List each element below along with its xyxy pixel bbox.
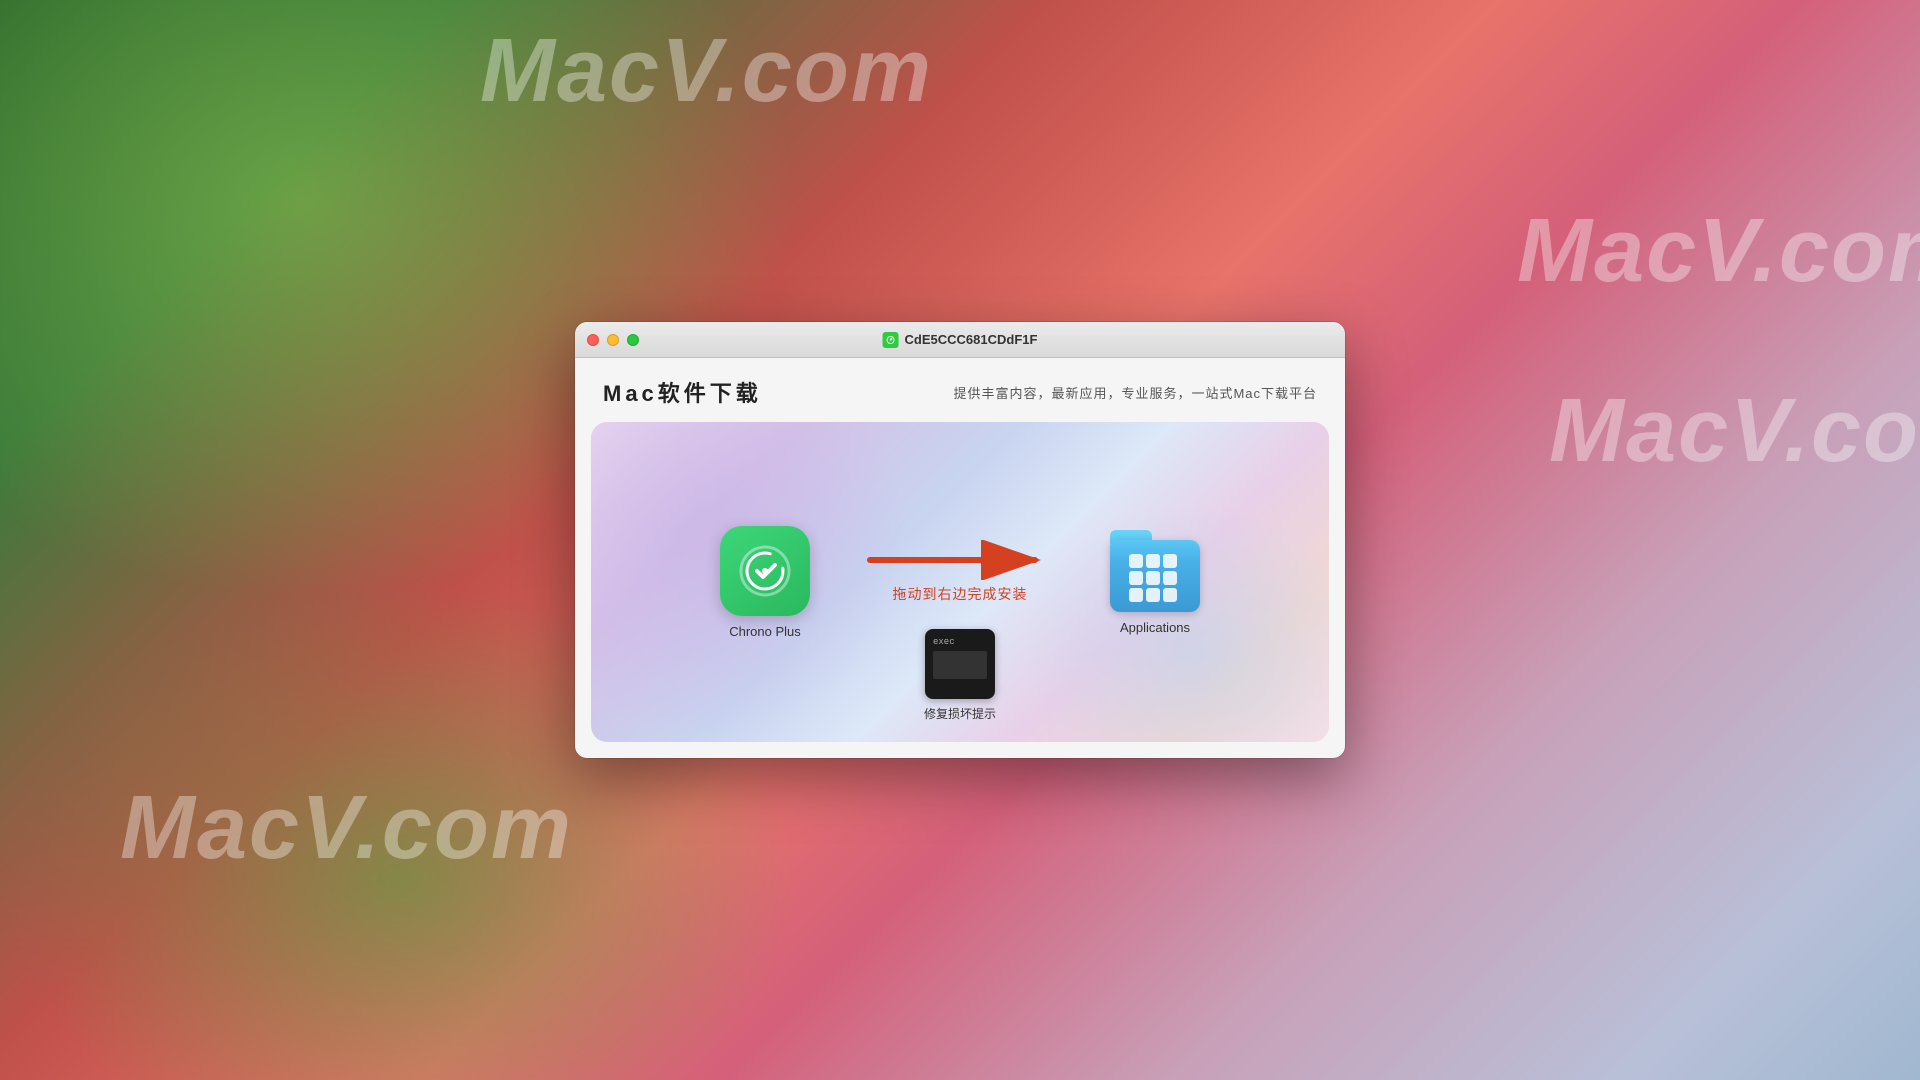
grid-dot-9 — [1163, 588, 1177, 602]
exec-label-text: exec — [933, 637, 955, 647]
window-title: CdE5CCC681CDdF1F — [905, 332, 1038, 347]
grid-dot-5 — [1146, 571, 1160, 585]
maximize-button[interactable] — [627, 334, 639, 346]
header-subtitle: 提供丰富内容，最新应用，专业服务，一站式Mac下载平台 — [953, 383, 1317, 402]
exec-section: exec 修复损坏提示 — [924, 629, 996, 722]
install-arrow — [860, 540, 1060, 580]
dmg-area[interactable]: Chrono Plus 拖动到右边完成安装 — [591, 422, 1329, 742]
app-item-applications[interactable]: Applications — [1070, 530, 1240, 635]
brand-name: Mac软件下载 — [603, 376, 762, 408]
close-button[interactable] — [587, 334, 599, 346]
grid-dot-2 — [1146, 554, 1160, 568]
drag-label: 拖动到右边完成安装 — [893, 584, 1028, 604]
chrono-icon — [720, 526, 810, 616]
folder-grid — [1129, 554, 1181, 600]
exec-icon: exec — [925, 629, 995, 699]
installer-window: CdE5CCC681CDdF1F Mac软件下载 提供丰富内容，最新应用，专业服… — [575, 322, 1345, 758]
title-bar-content: CdE5CCC681CDdF1F — [883, 332, 1038, 348]
applications-folder-icon — [1110, 530, 1200, 612]
window-header: Mac软件下载 提供丰富内容，最新应用，专业服务，一站式Mac下载平台 — [575, 358, 1345, 422]
folder-body — [1110, 540, 1200, 612]
grid-dot-1 — [1129, 554, 1143, 568]
grid-dot-7 — [1129, 588, 1143, 602]
app-label-chrono: Chrono Plus — [729, 624, 801, 639]
grid-dot-4 — [1129, 571, 1143, 585]
arrow-container: 拖动到右边完成安装 — [850, 540, 1070, 604]
title-bar: CdE5CCC681CDdF1F — [575, 322, 1345, 358]
title-icon — [883, 332, 899, 348]
exec-bar — [933, 651, 987, 679]
minimize-button[interactable] — [607, 334, 619, 346]
grid-dot-6 — [1163, 571, 1177, 585]
traffic-lights — [587, 334, 639, 346]
grid-dot-8 — [1146, 588, 1160, 602]
app-label-applications: Applications — [1120, 620, 1190, 635]
grid-dot-3 — [1163, 554, 1177, 568]
app-item-chrono[interactable]: Chrono Plus — [680, 526, 850, 639]
exec-section-label: 修复损坏提示 — [924, 705, 996, 722]
